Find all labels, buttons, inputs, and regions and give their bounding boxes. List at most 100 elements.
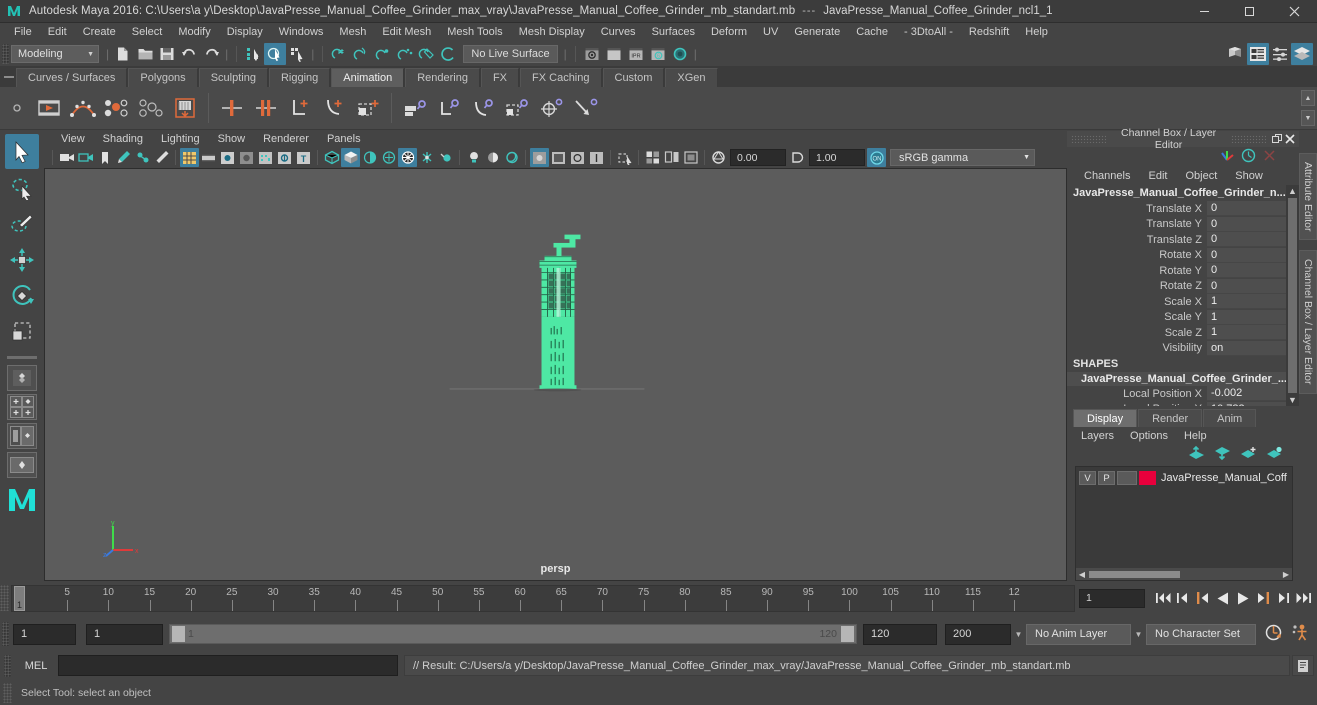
render-current-frame-icon[interactable]: [581, 43, 603, 65]
character-set-selector[interactable]: No Character Set: [1146, 623, 1256, 645]
manipulator-axes-icon[interactable]: [1219, 148, 1235, 167]
viewport-menu-shading[interactable]: Shading: [94, 133, 152, 145]
viewport-menu-show[interactable]: Show: [209, 133, 255, 145]
multisample-icon[interactable]: [568, 148, 587, 167]
maximize-button[interactable]: [1227, 0, 1272, 23]
range-bar[interactable]: 1 120: [169, 624, 857, 644]
shelf-tab-rendering[interactable]: Rendering: [405, 68, 480, 87]
menu-edit[interactable]: Edit: [40, 23, 75, 42]
play-backwards-icon[interactable]: [1213, 587, 1233, 609]
scroll-right-icon[interactable]: ▶: [1280, 570, 1292, 579]
all-lights-icon[interactable]: [483, 148, 502, 167]
command-line-gripper[interactable]: [4, 654, 11, 677]
smooth-shade-selected-icon[interactable]: [360, 148, 379, 167]
script-editor-icon[interactable]: [1292, 655, 1314, 676]
panel-drag-handle-right[interactable]: [1230, 135, 1267, 143]
layer-menu-help[interactable]: Help: [1176, 430, 1215, 442]
make-live-icon[interactable]: [438, 43, 460, 65]
cb-menu-channels[interactable]: Channels: [1075, 170, 1139, 182]
channel-value[interactable]: 0: [1207, 232, 1286, 248]
go-to-end-icon[interactable]: [1293, 587, 1313, 609]
set-key-rotate-icon[interactable]: [283, 90, 317, 126]
channel-row-visibility[interactable]: Visibility on: [1067, 340, 1286, 357]
menu-display[interactable]: Display: [219, 23, 271, 42]
speed-toggle-icon[interactable]: [1241, 148, 1256, 166]
menu-mesh[interactable]: Mesh: [331, 23, 374, 42]
layer-list-hscrollbar[interactable]: ◀ ▶: [1076, 568, 1292, 580]
bake-animation-icon[interactable]: [168, 90, 202, 126]
channel-box-scrollbar[interactable]: ▲ ▼: [1286, 185, 1299, 406]
scroll-down-icon[interactable]: ▼: [1288, 394, 1297, 406]
command-language-label[interactable]: MEL: [14, 660, 58, 672]
time-slider-playhead[interactable]: 1: [14, 585, 25, 611]
show-hide-editors-icon[interactable]: [1225, 43, 1247, 65]
screen-space-ao-icon[interactable]: [530, 148, 549, 168]
channel-value[interactable]: 10.783: [1207, 401, 1286, 406]
select-by-object-icon[interactable]: [264, 43, 287, 65]
layer-list[interactable]: V P JavaPresse_Manual_Coff ◀ ▶: [1075, 466, 1293, 581]
hypershade-icon[interactable]: [669, 43, 691, 65]
edge-tab-channel-box[interactable]: Channel Box / Layer Editor: [1299, 250, 1317, 394]
grid-display-icon[interactable]: [643, 148, 662, 167]
close-button[interactable]: [1272, 0, 1317, 23]
menu-windows[interactable]: Windows: [271, 23, 332, 42]
channel-row-translate-y[interactable]: Translate Y 0: [1067, 216, 1286, 233]
scroll-up-icon[interactable]: ▲: [1288, 185, 1297, 197]
motion-blur-icon[interactable]: [549, 148, 568, 167]
channel-row-rotate-x[interactable]: Rotate X 0: [1067, 247, 1286, 264]
connect-translate-icon[interactable]: [432, 90, 466, 126]
shelf-tab-menu-icon[interactable]: [2, 66, 16, 87]
animation-start-field[interactable]: 1: [13, 623, 76, 645]
channel-row-rotate-z[interactable]: Rotate Z 0: [1067, 278, 1286, 295]
menu-mesh-tools[interactable]: Mesh Tools: [439, 23, 510, 42]
channel-value[interactable]: 1: [1207, 294, 1286, 310]
image-plane-icon[interactable]: [114, 148, 133, 167]
animation-end-field[interactable]: 200: [945, 623, 1011, 645]
save-scene-icon[interactable]: [156, 43, 178, 65]
select-camera-icon[interactable]: [57, 148, 76, 167]
channel-value[interactable]: 0: [1207, 263, 1286, 279]
snap-to-projected-center-icon[interactable]: [394, 43, 416, 65]
anim-layer-selector[interactable]: No Anim Layer: [1026, 623, 1131, 645]
shelf-tab-rigging[interactable]: Rigging: [268, 68, 331, 87]
channel-row-rotate-y[interactable]: Rotate Y 0: [1067, 263, 1286, 279]
channel-value[interactable]: 1: [1207, 325, 1286, 341]
wireframe-shading-icon[interactable]: [322, 148, 341, 167]
shelf-tab-sculpting[interactable]: Sculpting: [198, 68, 268, 87]
shelf-tab-curves-surfaces[interactable]: Curves / Surfaces: [16, 68, 128, 87]
menu-3dtoall[interactable]: - 3DtoAll -: [896, 23, 961, 42]
current-frame-field[interactable]: 1: [1079, 588, 1145, 608]
motion-trail-icon[interactable]: [66, 90, 100, 126]
channel-value[interactable]: 0: [1207, 247, 1286, 263]
depth-of-field-icon[interactable]: [587, 148, 606, 167]
playblast-icon[interactable]: [32, 90, 66, 126]
time-slider-gripper[interactable]: [0, 585, 9, 611]
step-back-keyframe-icon[interactable]: [1173, 587, 1193, 609]
cb-menu-edit[interactable]: Edit: [1139, 170, 1176, 182]
ipr-render-icon[interactable]: IPR: [625, 43, 647, 65]
layer-menu-layers[interactable]: Layers: [1073, 430, 1122, 442]
camera-attributes-icon[interactable]: [76, 148, 95, 167]
scroll-left-icon[interactable]: ◀: [1076, 570, 1088, 579]
object-display-alt-icon[interactable]: [681, 148, 700, 167]
set-key-icon[interactable]: [215, 90, 249, 126]
layer-item[interactable]: V P JavaPresse_Manual_Coff: [1079, 470, 1289, 486]
paint-effects-icon[interactable]: [152, 148, 171, 167]
two-d-pan-zoom-icon[interactable]: [133, 148, 152, 167]
render-sequence-icon[interactable]: [603, 43, 625, 65]
exposure-icon[interactable]: [709, 148, 728, 167]
scale-tool[interactable]: [5, 314, 39, 349]
cb-menu-show[interactable]: Show: [1226, 170, 1272, 182]
shelf-tab-fx-caching[interactable]: FX Caching: [520, 68, 602, 87]
hscrollbar-thumb[interactable]: [1089, 570, 1180, 578]
channel-box[interactable]: JavaPresse_Manual_Coffee_Grinder_n... Tr…: [1067, 185, 1299, 406]
shelf-tab-xgen[interactable]: XGen: [665, 68, 718, 87]
channel-row-scale-y[interactable]: Scale Y 1: [1067, 309, 1286, 326]
smooth-shade-all-icon[interactable]: [341, 148, 360, 168]
set-key-attribute-icon[interactable]: [351, 90, 385, 126]
channel-value[interactable]: 0: [1207, 201, 1286, 217]
chevron-down-icon[interactable]: ▼: [1011, 624, 1026, 645]
range-start-field[interactable]: 1: [86, 623, 163, 645]
select-by-component-icon[interactable]: [286, 43, 308, 65]
channel-value[interactable]: -0.002: [1207, 386, 1286, 402]
